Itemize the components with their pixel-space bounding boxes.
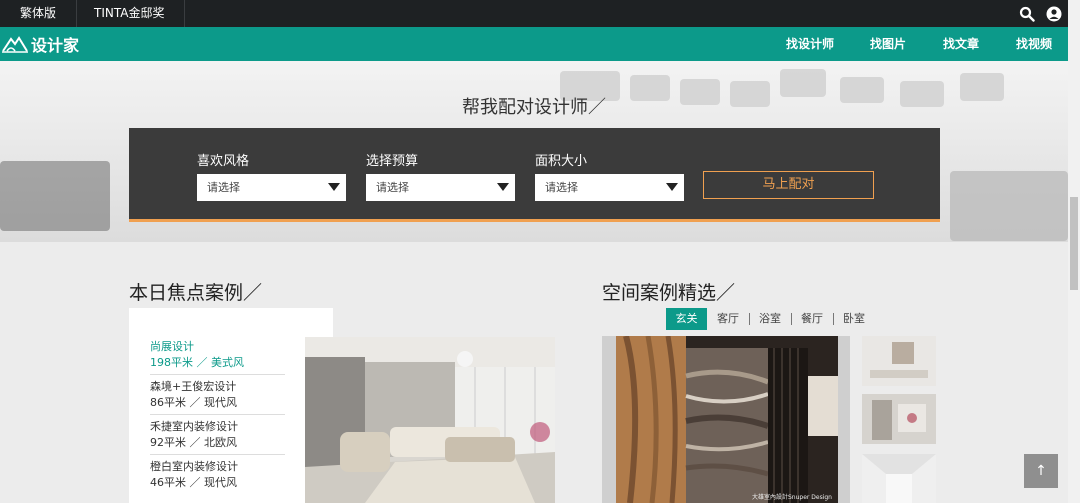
entrance-image <box>602 336 850 503</box>
case-item[interactable]: 森境+王俊宏设计 86平米 ／ 现代风 <box>150 379 285 411</box>
match-now-button[interactable]: 马上配对 <box>703 171 874 199</box>
dropdown-arrow-icon <box>497 183 509 191</box>
page-scrollbar[interactable] <box>1068 0 1080 503</box>
scrollbar-thumb[interactable] <box>1070 197 1078 290</box>
budget-select[interactable]: 请选择 <box>366 174 515 201</box>
photo-credit: 大雄室內設計Snuper Design <box>751 494 832 501</box>
area-select-value: 请选择 <box>545 181 578 194</box>
top-bar: 繁体版 TINTA金邸奖 <box>0 0 1080 27</box>
budget-select-value: 请选择 <box>376 181 409 194</box>
divider <box>150 454 285 455</box>
style-select[interactable]: 请选择 <box>197 174 346 201</box>
case-item[interactable]: 尚展设计 198平米 ／ 美式风 <box>150 339 285 371</box>
case-item[interactable]: 禾捷室内装修设计 92平米 ／ 北欧风 <box>150 419 285 451</box>
thumb-image <box>862 394 936 444</box>
back-to-top-button[interactable]: ↑ <box>1024 454 1058 488</box>
hero-bg-keyboard <box>0 161 110 231</box>
nav-find-videos[interactable]: 找视频 <box>1016 27 1052 61</box>
logo[interactable]: 设计家 <box>2 33 79 55</box>
case-name: 橙白室内装修设计 <box>150 460 238 473</box>
space-cases-title: 空间案例精选／ <box>602 282 736 304</box>
tab-bathroom[interactable]: 浴室 <box>754 308 786 330</box>
divider <box>150 374 285 375</box>
hero-bg-keyboard <box>950 171 1068 241</box>
style-select-value: 请选择 <box>207 181 240 194</box>
case-name: 尚展设计 <box>150 340 194 353</box>
space-thumb[interactable] <box>862 336 936 386</box>
tab-bedroom[interactable]: 卧室 <box>838 308 870 330</box>
nav-find-articles[interactable]: 找文章 <box>943 27 979 61</box>
search-icon[interactable] <box>1019 6 1035 22</box>
case-name: 禾捷室内装修设计 <box>150 420 238 433</box>
tinta-award-link[interactable]: TINTA金邸奖 <box>74 0 186 27</box>
area-label: 面积大小 <box>535 154 588 169</box>
space-thumb[interactable] <box>862 394 936 444</box>
nav-find-images[interactable]: 找图片 <box>870 27 906 61</box>
space-tabs: 玄关 客厅 浴室 餐厅 卧室 <box>666 308 876 330</box>
designer-match-form: 喜欢风格 选择预算 面积大小 请选择 请选择 请选择 马上配对 <box>129 128 940 222</box>
tab-dining-room[interactable]: 餐厅 <box>796 308 828 330</box>
tab-living-room[interactable]: 客厅 <box>712 308 744 330</box>
user-icon[interactable] <box>1046 6 1062 22</box>
daily-case-photo[interactable] <box>305 337 555 503</box>
case-name: 森境+王俊宏设计 <box>150 380 237 393</box>
hero-title: 帮我配对设计师／ <box>462 97 606 118</box>
daily-case-list: 尚展设计 198平米 ／ 美式风 森境+王俊宏设计 86平米 ／ 现代风 禾捷室… <box>129 308 333 503</box>
logo-house-icon <box>2 36 28 53</box>
case-meta: 46平米 ／ 现代风 <box>150 476 237 489</box>
tab-separator <box>791 313 792 325</box>
budget-label: 选择预算 <box>366 154 419 169</box>
thumb-image <box>862 454 936 503</box>
style-label: 喜欢风格 <box>197 154 250 169</box>
living-room-image <box>305 337 555 503</box>
tab-separator <box>749 313 750 325</box>
dropdown-arrow-icon <box>328 183 340 191</box>
case-meta: 92平米 ／ 北欧风 <box>150 436 237 449</box>
tab-separator <box>833 313 834 325</box>
hero-banner: 帮我配对设计师／ 喜欢风格 选择预算 面积大小 请选择 请选择 请选择 马上配对 <box>0 61 1068 242</box>
case-meta: 86平米 ／ 现代风 <box>150 396 237 409</box>
space-main-photo[interactable]: 大雄室內設計Snuper Design <box>602 336 850 503</box>
daily-focus-title: 本日焦点案例／ <box>129 282 263 304</box>
traditional-chinese-link[interactable]: 繁体版 <box>0 0 78 27</box>
divider <box>150 414 285 415</box>
space-thumb[interactable] <box>862 454 936 503</box>
logo-text: 设计家 <box>31 36 80 55</box>
tab-entrance[interactable]: 玄关 <box>666 308 707 330</box>
thumb-image <box>862 336 936 386</box>
case-item[interactable]: 橙白室内装修设计 46平米 ／ 现代风 <box>150 459 285 491</box>
nav-find-designer[interactable]: 找设计师 <box>786 27 834 61</box>
case-meta: 198平米 ／ 美式风 <box>150 356 244 369</box>
area-select[interactable]: 请选择 <box>535 174 684 201</box>
main-nav: 设计家 找设计师 找图片 找文章 找视频 <box>0 27 1080 61</box>
dropdown-arrow-icon <box>666 183 678 191</box>
